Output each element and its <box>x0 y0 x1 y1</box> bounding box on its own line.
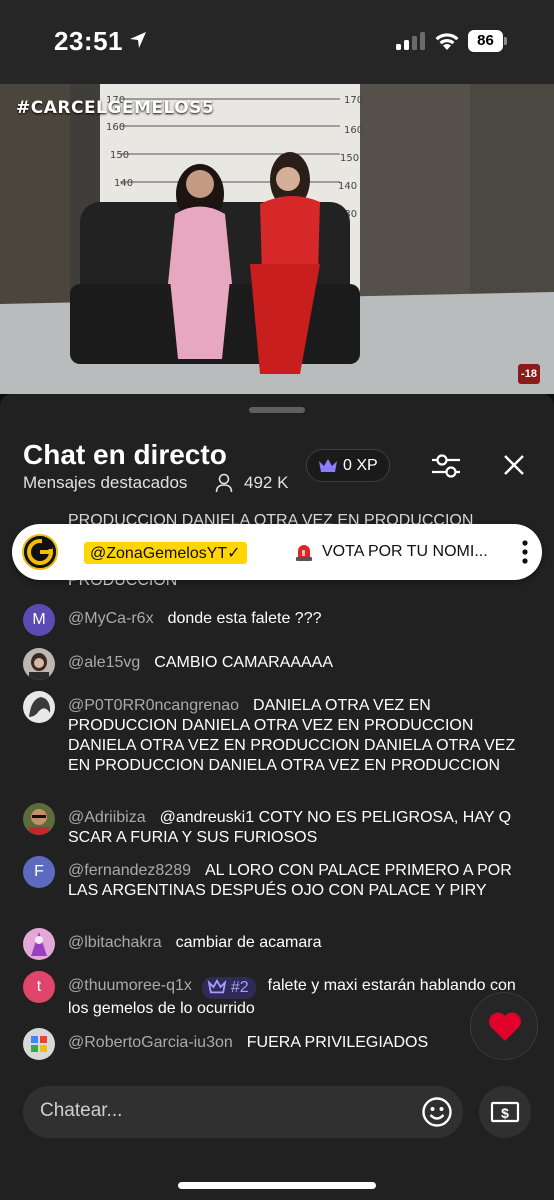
message-text: cambiar de acamara <box>175 934 322 951</box>
leaderboard-rank-badge[interactable]: #2 <box>201 977 256 999</box>
pinned-message[interactable]: @ZonaGemelosYT✓ VOTA POR TU NOMI... <box>12 524 542 580</box>
message-text: donde esta falete ??? <box>167 610 322 627</box>
message-body: @MyCa-r6x donde esta falete ??? <box>68 609 530 629</box>
message-author[interactable]: @RobertoGarcia-iu3on <box>68 1034 233 1051</box>
avatar: t <box>23 971 55 1003</box>
message-author[interactable]: @lbitachakra <box>68 934 162 951</box>
viewers-icon <box>215 473 233 493</box>
avatar: F <box>23 856 55 888</box>
super-chat-button[interactable]: $ <box>479 1086 531 1138</box>
svg-text:150: 150 <box>110 150 129 161</box>
location-arrow-icon <box>130 32 146 48</box>
cellular-signal-icon <box>396 32 425 50</box>
pinned-author-avatar <box>22 534 58 570</box>
avatar <box>23 648 55 680</box>
message-body: @ale15vg CAMBIO CAMARAAAAA <box>68 653 530 673</box>
battery-icon: 86 <box>468 30 508 52</box>
svg-text:140: 140 <box>114 178 133 189</box>
message-author[interactable]: @Adriibiza <box>68 809 146 826</box>
chat-input[interactable]: Chatear... <box>23 1086 463 1138</box>
siren-icon <box>296 545 312 561</box>
rank-label: #2 <box>230 979 249 996</box>
svg-text:170: 170 <box>344 95 363 106</box>
video-player[interactable]: 170170 160160 150150 140140 130 #CARCELG… <box>0 84 554 394</box>
close-icon[interactable] <box>502 453 526 477</box>
crown-icon <box>319 459 337 472</box>
message-body: @P0T0RR0ncangrenao DANIELA OTRA VEZ EN PR… <box>68 696 530 776</box>
video-frame: 170170 160160 150150 140140 130 <box>0 84 554 394</box>
message-author[interactable]: @fernandez8289 <box>68 862 191 879</box>
message-text: CAMBIO CAMARAAAAA <box>154 654 333 671</box>
dollar-bill-icon: $ <box>490 1101 520 1123</box>
message-author[interactable]: @thuumoree-q1x <box>68 977 192 994</box>
viewer-count: 492 K <box>244 473 289 492</box>
message-body: @thuumoree-q1x #2 falete y maxi estarán ha… <box>68 976 530 1019</box>
svg-text:160: 160 <box>344 125 363 136</box>
message-author[interactable]: @ale15vg <box>68 654 140 671</box>
svg-text:140: 140 <box>338 181 357 192</box>
home-indicator[interactable] <box>178 1182 376 1189</box>
avatar: M <box>23 604 55 636</box>
avatar <box>23 803 55 835</box>
heart-icon <box>489 1012 521 1041</box>
reaction-heart-button[interactable] <box>470 992 538 1060</box>
video-hashtag-overlay: #CARCELGEMELOS5 <box>16 98 215 118</box>
message-body: @lbitachakra cambiar de acamara <box>68 933 530 953</box>
chat-message-list[interactable]: PRODUCCION DANIELA OTRA VEZ EN PRODUCCIO… <box>0 514 554 1070</box>
status-bar: 23:51 86 <box>0 0 554 84</box>
settings-sliders-icon[interactable] <box>430 451 462 481</box>
chat-title: Chat en directo <box>23 439 227 470</box>
battery-level: 86 <box>468 30 503 52</box>
xp-label: 0 XP <box>343 457 378 474</box>
message-body: @RobertoGarcia-iu3on FUERA PRIVILEGIADOS <box>68 1033 530 1053</box>
avatar <box>23 1028 55 1060</box>
svg-text:160: 160 <box>106 122 125 133</box>
avatar <box>23 928 55 960</box>
svg-text:$: $ <box>501 1105 509 1121</box>
drag-handle[interactable] <box>249 407 305 413</box>
xp-button[interactable]: 0 XP <box>306 449 390 482</box>
message-body: @Adriibiza @andreuski1 COTY NO ES PELIGRO… <box>68 808 530 848</box>
age-rating-badge: -18 <box>518 364 540 384</box>
message-author[interactable]: @MyCa-r6x <box>68 610 154 627</box>
svg-text:150: 150 <box>340 153 359 164</box>
emoji-icon[interactable] <box>421 1096 453 1128</box>
wifi-icon <box>435 33 459 50</box>
message-text: FUERA PRIVILEGIADOS <box>246 1034 429 1051</box>
message-body: @fernandez8289 AL LORO CON PALACE PRIMERO… <box>68 861 530 901</box>
message-author[interactable]: @P0T0RR0ncangrenao <box>68 697 239 714</box>
more-options-icon[interactable] <box>518 538 532 566</box>
chat-input-placeholder: Chatear... <box>40 1100 123 1121</box>
status-time: 23:51 <box>54 26 123 56</box>
chat-mode-dropdown[interactable]: Mensajes destacados <box>23 473 187 493</box>
avatar <box>23 691 55 723</box>
pinned-text: VOTA POR TU NOMI... <box>322 543 488 560</box>
crown-icon <box>207 978 227 994</box>
pinned-author-badge[interactable]: @ZonaGemelosYT✓ <box>84 542 247 564</box>
